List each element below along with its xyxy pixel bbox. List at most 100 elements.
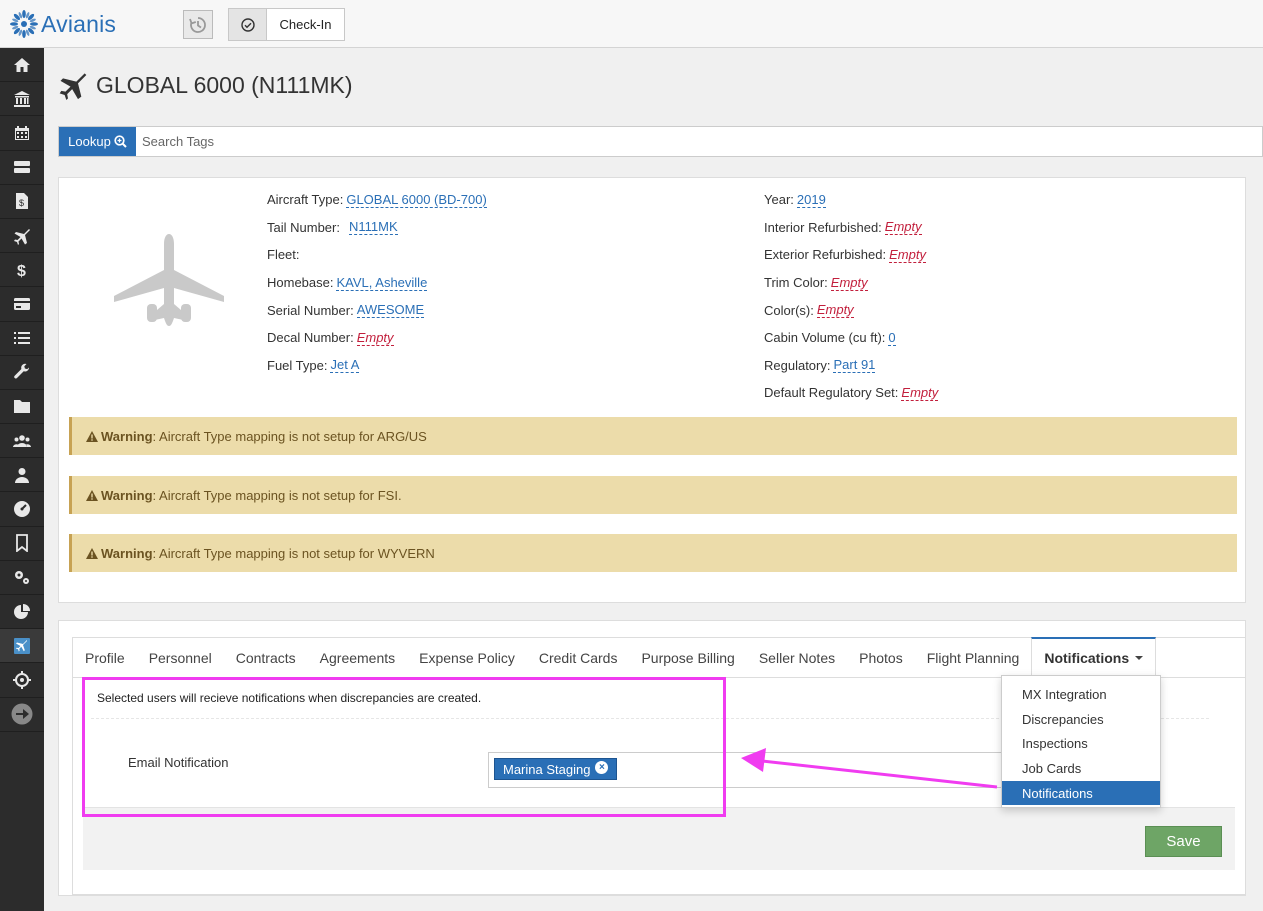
aircraft-type-value[interactable]: GLOBAL 6000 (BD-700) [346,192,487,208]
sidebar-billing[interactable]: $ [0,253,44,288]
colors-value[interactable]: Empty [816,302,854,319]
field-label: Aircraft Type: [267,192,344,208]
sidebar-documents[interactable] [0,390,44,425]
field-label: Regulatory: [764,357,831,373]
default-regulatory-set-value[interactable]: Empty [901,385,939,401]
calendar-icon [15,125,29,140]
tab-flight-planning[interactable]: Flight Planning [915,638,1032,677]
field-label: Year: [764,192,794,208]
bank-icon [14,90,30,107]
sidebar-servers[interactable] [0,151,44,185]
sidebar-lists[interactable] [0,322,44,356]
sidebar-bookmarks[interactable] [0,527,44,561]
sidebar-flights[interactable] [0,219,44,254]
top-bar: Avianis Check-In [0,0,1263,48]
lookup-button[interactable]: Lookup [59,127,136,156]
serial-number-value[interactable]: AWESOME [356,302,425,319]
tab-credit-cards[interactable]: Credit Cards [527,638,630,677]
sidebar-invoices[interactable]: $ [0,185,44,219]
tab-expense-policy[interactable]: Expense Policy [407,638,527,677]
user-icon [15,467,29,483]
cogs-icon [15,571,29,585]
tab-notifications-label: Notifications [1044,650,1130,666]
exterior-refurbished-value[interactable]: Empty [889,247,926,263]
interior-refurbished-value[interactable]: Empty [884,219,922,236]
aircraft-silhouette-icon [114,234,224,326]
field-default-regulatory-set: Default Regulatory Set: Empty [764,379,939,407]
field-interior-refurbished: Interior Refurbished: Empty [764,214,938,242]
field-label: Interior Refurbished: [764,219,882,235]
menu-item-job-cards[interactable]: Job Cards [1002,756,1160,781]
sidebar-home[interactable] [0,48,44,83]
tab-profile[interactable]: Profile [73,638,137,677]
menu-item-discrepancies[interactable]: Discrepancies [1002,707,1160,732]
sidebar-maintenance[interactable] [0,356,44,390]
list-icon [14,332,30,345]
sidebar-profile[interactable] [0,458,44,493]
brand-logo[interactable]: Avianis [10,10,116,38]
trim-color-value[interactable]: Empty [830,275,868,291]
aircraft-fields-right: Year: 2019 Interior Refurbished: Empty E… [764,186,939,407]
year-value[interactable]: 2019 [796,192,826,208]
dashboard-icon [14,501,30,518]
sidebar-bank[interactable] [0,82,44,117]
aircraft-fields-left: Aircraft Type: GLOBAL 6000 (BD-700) Tail… [267,186,487,379]
pie-chart-icon [14,603,30,619]
sidebar-payments[interactable] [0,287,44,322]
warning-text: : Aircraft Type mapping is not setup for… [152,545,435,561]
homebase-value[interactable]: KAVL, Asheville [336,275,428,291]
sidebar-settings[interactable] [0,561,44,595]
save-button[interactable]: Save [1145,826,1222,857]
dollar-icon: $ [17,263,26,279]
menu-item-notifications[interactable]: Notifications [1002,780,1160,806]
warning-alert: Warning : Aircraft Type mapping is not s… [69,417,1237,455]
brand-name: Avianis [41,10,117,37]
sidebar-flight-map[interactable] [0,629,44,664]
tab-purpose-billing[interactable]: Purpose Billing [629,638,746,677]
tab-contracts[interactable]: Contracts [224,638,308,677]
warning-title: Warning [101,487,153,503]
regulatory-value[interactable]: Part 91 [833,357,876,374]
field-label: Trim Color: [764,275,828,291]
lookup-label: Lookup [68,134,111,149]
tab-personnel[interactable]: Personnel [137,638,224,677]
field-aircraft-type: Aircraft Type: GLOBAL 6000 (BD-700) [267,186,487,214]
remove-chip-icon[interactable]: × [595,761,609,774]
selected-user-chip: Marina Staging × [494,758,618,780]
sidebar-reports[interactable] [0,595,44,630]
sidebar-dashboard[interactable] [0,492,44,527]
field-fuel-type: Fuel Type: Jet A [267,352,487,380]
fuel-type-value[interactable]: Jet A [330,357,360,374]
home-icon [14,57,30,72]
decal-number-value[interactable]: Empty [356,330,394,346]
field-exterior-refurbished: Exterior Refurbished: Empty [764,241,938,269]
field-homebase: Homebase: KAVL, Asheville [267,269,487,297]
menu-item-mx-integration[interactable]: MX Integration [1002,682,1160,707]
history-button[interactable] [183,10,213,39]
flight-map-icon [14,637,30,654]
warning-icon [86,547,98,559]
sidebar-tracking[interactable] [0,663,44,698]
tab-seller-notes[interactable]: Seller Notes [747,638,847,677]
cabin-volume-value[interactable]: 0 [888,330,896,346]
page-title: GLOBAL 6000 (N111MK) [58,70,353,100]
svg-text:$: $ [19,198,24,208]
menu-item-inspections[interactable]: Inspections [1002,731,1160,756]
tab-agreements[interactable]: Agreements [308,638,407,677]
tab-photos[interactable]: Photos [847,638,915,677]
sidebar-crew[interactable] [0,424,44,459]
search-tags-input[interactable] [136,127,1262,156]
field-label: Decal Number: [267,330,354,346]
warning-icon [86,430,98,442]
history-icon [189,16,206,33]
field-label: Serial Number: [267,302,354,318]
field-label: Exterior Refurbished: [764,247,887,263]
plane-icon [59,73,87,100]
tail-number-value[interactable]: N111MK [348,219,398,236]
field-decal-number: Decal Number: Empty [267,324,487,352]
tab-notifications[interactable]: Notifications [1031,637,1157,678]
page-title-text: GLOBAL 6000 (N111MK) [96,71,353,98]
check-in-button[interactable]: Check-In [228,8,345,41]
sidebar-calendar[interactable] [0,116,44,151]
sidebar-expand[interactable] [0,698,44,732]
